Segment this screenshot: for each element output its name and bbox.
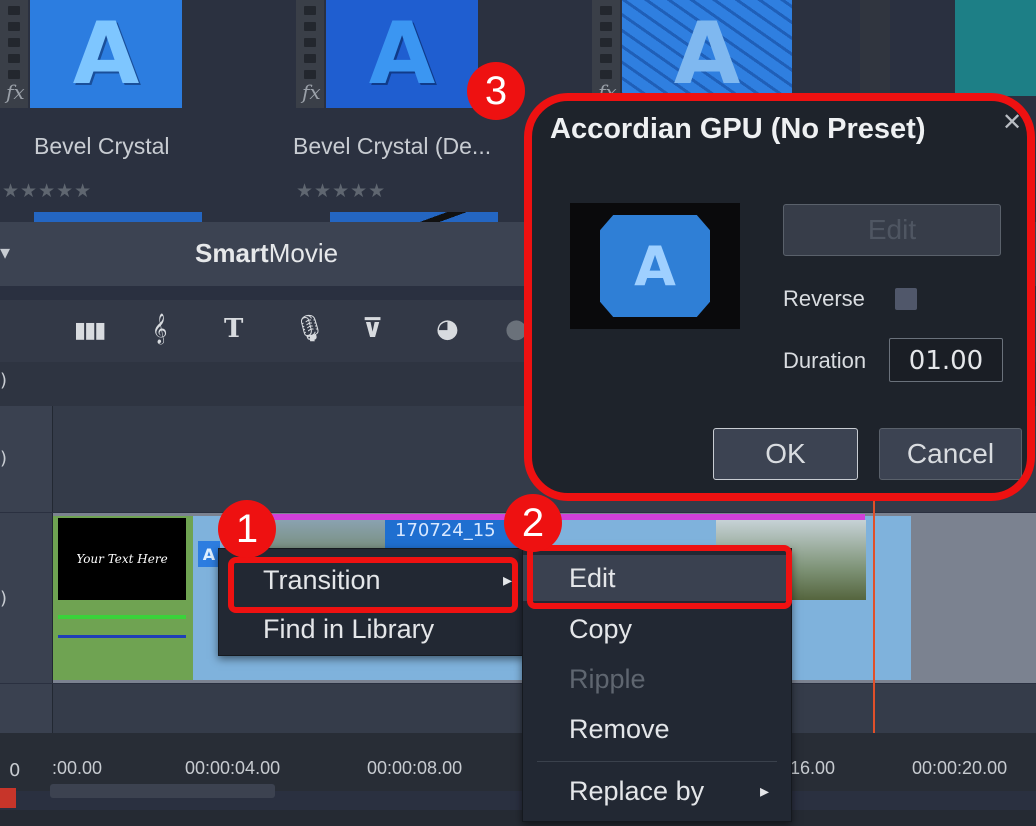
library-item-thumbnail[interactable]: fx A xyxy=(0,0,182,108)
highlight-box-dialog xyxy=(524,93,1035,501)
menu-item-replace-by[interactable]: Replace by ▸ xyxy=(523,769,791,813)
submenu-arrow-icon: ▸ xyxy=(759,781,769,801)
ruler-zero: 0 xyxy=(9,760,21,781)
rating-stars[interactable]: ★★★★★ xyxy=(2,180,92,202)
library-item-thumbnail[interactable]: fx A xyxy=(592,0,792,108)
playhead-line[interactable] xyxy=(873,480,875,750)
step-badge-3: 3 xyxy=(467,62,525,120)
speaker-icon[interactable]: ) xyxy=(0,588,7,609)
treble-clef-icon[interactable]: 𝄞 xyxy=(152,314,167,345)
chevron-down-icon[interactable]: ▾ xyxy=(0,240,10,264)
speaker-icon[interactable]: ) xyxy=(0,448,7,469)
step-badge-2: 2 xyxy=(504,494,562,552)
library-item-thumbnail[interactable]: fx A xyxy=(296,0,478,108)
smartmovie-title[interactable]: SmartMovie xyxy=(195,238,338,269)
menu-item-find-in-library[interactable]: Find in Library xyxy=(219,609,524,649)
time-ruler[interactable] xyxy=(0,733,1036,791)
preview-image xyxy=(955,0,1036,96)
menu-item-copy[interactable]: Copy xyxy=(523,607,791,651)
ruler-tick: 00:00:04.00 xyxy=(185,758,281,778)
title-icon[interactable]: T xyxy=(224,314,243,344)
menu-item-ripple: Ripple xyxy=(569,664,646,694)
horizontal-scrollbar[interactable] xyxy=(50,784,275,798)
library-item-label: Bevel Crystal (De... xyxy=(293,133,492,159)
title-clip-thumbnail: Your Text Here xyxy=(58,518,186,600)
ruler-tick: 16.00 xyxy=(790,758,836,778)
color-icon[interactable]: ◕ xyxy=(436,314,459,344)
speaker-icon[interactable]: ) xyxy=(0,370,7,391)
menu-item-remove[interactable]: Remove xyxy=(523,707,791,751)
track-header[interactable] xyxy=(0,684,53,733)
fx-icon: fx xyxy=(6,80,25,104)
track-header[interactable] xyxy=(0,513,53,683)
step-badge-1: 1 xyxy=(218,500,276,558)
transition-icon[interactable]: A xyxy=(198,541,220,567)
ruler-tick: :00.00 xyxy=(52,758,103,778)
ruler-tick: 00:00:20.00 xyxy=(912,758,1008,778)
fx-icon: fx xyxy=(302,80,321,104)
track-header[interactable] xyxy=(0,406,53,512)
menu-divider xyxy=(537,761,777,762)
audio-meter xyxy=(0,788,16,808)
highlight-box-edit xyxy=(527,545,792,609)
microphone-icon[interactable]: 🎙 xyxy=(293,314,326,344)
transition-icon[interactable]: ⊽ xyxy=(362,314,383,344)
rating-stars[interactable]: ★★★★★ xyxy=(296,180,386,202)
library-item-label: Bevel Crystal xyxy=(34,133,170,159)
highlight-box-transition xyxy=(228,557,518,613)
ruler-tick: 00:00:08.00 xyxy=(367,758,463,778)
audio-levels-icon[interactable]: ▮▮▮ xyxy=(74,318,106,343)
